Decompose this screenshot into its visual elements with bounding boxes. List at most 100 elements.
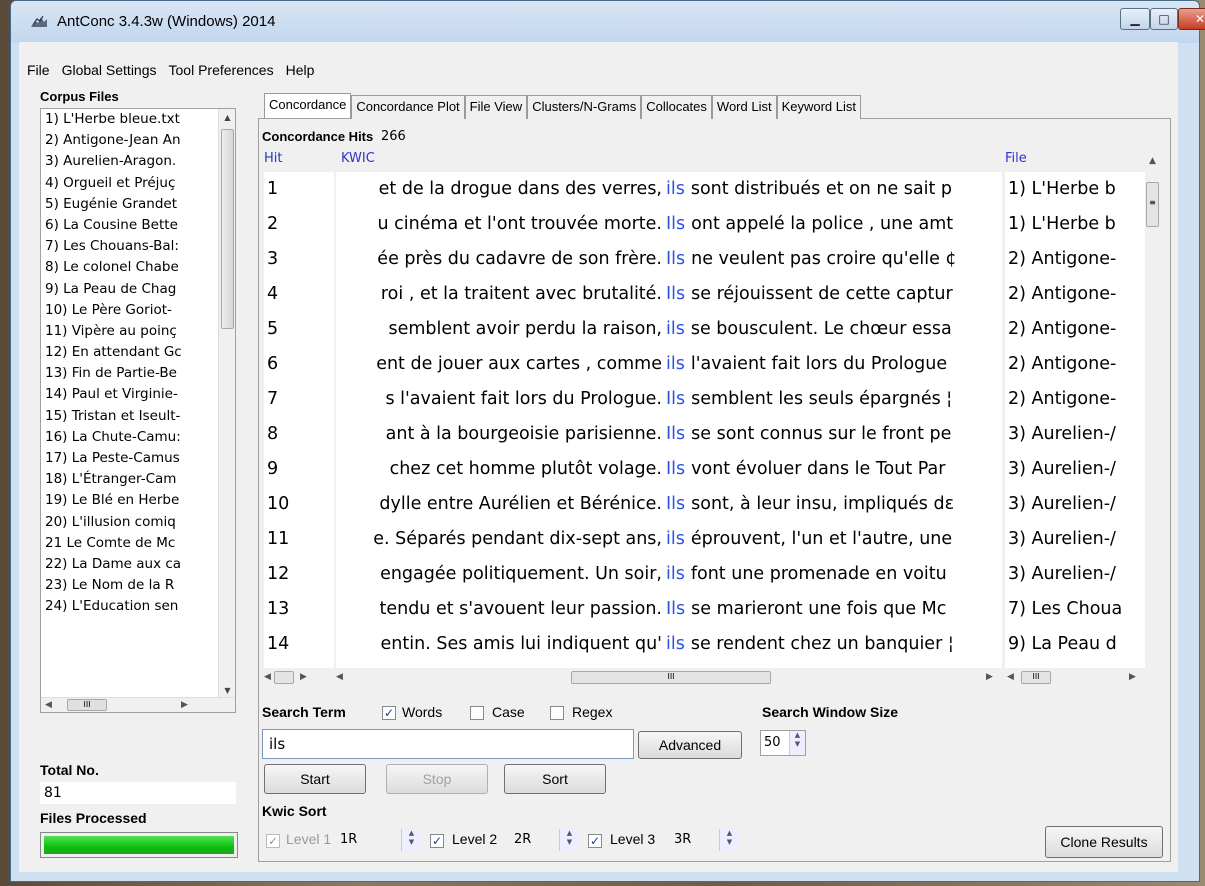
- menu-tool-preferences[interactable]: Tool Preferences: [163, 60, 280, 84]
- case-checkbox[interactable]: [470, 706, 484, 720]
- search-window-size-spinner[interactable]: 50 ▲ ▼: [760, 730, 806, 756]
- kwic-row[interactable]: entin. Ses amis lui indiquent qu' ils se r…: [336, 627, 1002, 662]
- spinner-arrows-icon[interactable]: ▲ ▼: [401, 829, 421, 851]
- level3-checkbox[interactable]: ✓: [588, 834, 602, 848]
- kwic-row[interactable]: engagée politiquement. Un soir, ils font u…: [336, 557, 1002, 592]
- hit-number[interactable]: 11: [264, 522, 334, 557]
- hit-column-header[interactable]: Hit: [264, 151, 282, 166]
- hit-number[interactable]: 9: [264, 452, 334, 487]
- start-button[interactable]: Start: [264, 764, 366, 794]
- level1-checkbox[interactable]: ✓: [266, 834, 280, 848]
- file-name-cell[interactable]: 3) Aurelien-/: [1005, 452, 1145, 487]
- level3-spinner[interactable]: 3R ▲ ▼: [670, 828, 740, 852]
- corpus-vertical-scrollbar[interactable]: ▲ ▼: [218, 109, 235, 699]
- corpus-horizontal-scrollbar[interactable]: ◀ III ▶: [41, 697, 235, 712]
- hit-number[interactable]: 7: [264, 382, 334, 417]
- file-name-cell[interactable]: 1) L'Herbe b: [1005, 172, 1145, 207]
- words-checkbox[interactable]: ✓: [382, 706, 396, 720]
- corpus-file-item[interactable]: 11) Vipère au poinç: [41, 321, 219, 342]
- tab-collocates[interactable]: Collocates: [641, 95, 712, 119]
- kwic-horizontal-scrollbar[interactable]: ◀ III ▶: [336, 670, 1002, 686]
- close-button[interactable]: ✕: [1178, 8, 1205, 30]
- corpus-file-item[interactable]: 24) L'Education sen: [41, 596, 219, 617]
- file-name-cell[interactable]: 2) Antigone-: [1005, 242, 1145, 277]
- file-name-cell[interactable]: 2) Antigone-: [1005, 312, 1145, 347]
- file-column-header[interactable]: File: [1005, 151, 1027, 166]
- minimize-button[interactable]: ▁: [1120, 8, 1150, 30]
- corpus-file-item[interactable]: 20) L'illusion comiq: [41, 512, 219, 533]
- corpus-file-item[interactable]: 6) La Cousine Bette: [41, 215, 219, 236]
- file-name-cell[interactable]: 9) La Peau d: [1005, 627, 1145, 662]
- kwic-row[interactable]: dylle entre Aurélien et Bérénice. Ils sont…: [336, 487, 1002, 522]
- kwic-row[interactable]: ent de jouer aux cartes , comme ils l'avai…: [336, 347, 1002, 382]
- hit-number[interactable]: 10: [264, 487, 334, 522]
- kwic-keyword[interactable]: Ils: [666, 242, 685, 277]
- level2-checkbox[interactable]: ✓: [430, 834, 444, 848]
- scroll-up-arrow-icon[interactable]: ▲: [1149, 156, 1156, 166]
- file-name-cell[interactable]: 2) Antigone-: [1005, 382, 1145, 417]
- kwic-row[interactable]: roi , et la traitent avec brutalité. Ils s…: [336, 277, 1002, 312]
- scroll-thumb[interactable]: III: [1021, 671, 1051, 684]
- file-name-cell[interactable]: 7) Les Choua: [1005, 592, 1145, 627]
- level1-spinner[interactable]: 1R ▲ ▼: [336, 828, 422, 852]
- scroll-left-arrow-icon[interactable]: ◀: [1007, 672, 1014, 682]
- file-column[interactable]: 1) L'Herbe b 1) L'Herbe b 2) Antigone- 2) A…: [1005, 172, 1145, 668]
- file-name-cell[interactable]: 2) Antigone-: [1005, 277, 1145, 312]
- clone-results-button[interactable]: Clone Results: [1045, 826, 1163, 858]
- kwic-keyword[interactable]: Ils: [666, 592, 685, 627]
- scroll-left-arrow-icon[interactable]: ◀: [45, 700, 52, 710]
- advanced-button[interactable]: Advanced: [638, 731, 742, 759]
- stop-button[interactable]: Stop: [386, 764, 488, 794]
- kwic-row[interactable]: ant à la bourgeoisie parisienne. Ils se so…: [336, 417, 1002, 452]
- kwic-row[interactable]: u cinéma et l'ont trouvée morte. Ils ont a…: [336, 207, 1002, 242]
- menu-file[interactable]: File: [21, 60, 56, 84]
- scroll-thumb[interactable]: ≡: [1146, 182, 1159, 227]
- kwic-keyword[interactable]: Ils: [666, 277, 685, 312]
- hit-number[interactable]: 2: [264, 207, 334, 242]
- corpus-file-item[interactable]: 19) Le Blé en Herbe: [41, 490, 219, 511]
- kwic-row[interactable]: ée près du cadavre de son frère. Ils ne ve…: [336, 242, 1002, 277]
- kwic-keyword[interactable]: ils: [666, 312, 685, 347]
- corpus-file-item[interactable]: 4) Orgueil et Préjuç: [41, 173, 219, 194]
- kwic-keyword[interactable]: ils: [666, 172, 685, 207]
- scroll-left-arrow-icon[interactable]: ◀: [264, 672, 271, 682]
- maximize-button[interactable]: □: [1150, 8, 1178, 30]
- menu-help[interactable]: Help: [280, 60, 321, 84]
- corpus-file-item[interactable]: 12) En attendant Gc: [41, 342, 219, 363]
- file-horizontal-scrollbar[interactable]: ◀ III ▶: [1005, 670, 1145, 686]
- regex-checkbox[interactable]: [550, 706, 564, 720]
- file-name-cell[interactable]: 2) Antigone-: [1005, 347, 1145, 382]
- search-input[interactable]: ils: [262, 729, 634, 759]
- scroll-right-arrow-icon[interactable]: ▶: [300, 672, 307, 682]
- scroll-thumb[interactable]: III: [67, 699, 107, 711]
- kwic-keyword[interactable]: ils: [666, 557, 685, 592]
- hit-horizontal-scrollbar[interactable]: ◀ ▶: [264, 670, 334, 686]
- kwic-keyword[interactable]: Ils: [666, 417, 685, 452]
- level2-spinner[interactable]: 2R ▲ ▼: [510, 828, 580, 852]
- kwic-row[interactable]: e. Séparés pendant dix-sept ans, ils éprou…: [336, 522, 1002, 557]
- tab-concordance-plot[interactable]: Concordance Plot: [351, 95, 465, 119]
- sort-button[interactable]: Sort: [504, 764, 606, 794]
- corpus-file-item[interactable]: 9) La Peau de Chag: [41, 279, 219, 300]
- menu-global-settings[interactable]: Global Settings: [56, 60, 163, 84]
- scroll-thumb[interactable]: [221, 129, 234, 329]
- spinner-arrows-icon[interactable]: ▲ ▼: [719, 829, 739, 851]
- scroll-thumb[interactable]: [274, 671, 294, 684]
- corpus-file-item[interactable]: 18) L'Étranger-Cam: [41, 469, 219, 490]
- kwic-row[interactable]: chez cet homme plutôt volage. Ils vont évo…: [336, 452, 1002, 487]
- corpus-file-item[interactable]: 16) La Chute-Camu:: [41, 427, 219, 448]
- corpus-file-item[interactable]: 23) Le Nom de la R: [41, 575, 219, 596]
- scroll-thumb[interactable]: III: [571, 671, 771, 684]
- scroll-up-arrow-icon[interactable]: ▲: [219, 109, 235, 126]
- kwic-keyword[interactable]: Ils: [666, 452, 685, 487]
- tab-clusters-ngrams[interactable]: Clusters/N-Grams: [527, 95, 642, 119]
- hit-number[interactable]: 12: [264, 557, 334, 592]
- tab-keyword-list[interactable]: Keyword List: [776, 95, 861, 119]
- hit-number[interactable]: 3: [264, 242, 334, 277]
- scroll-left-arrow-icon[interactable]: ◀: [336, 672, 343, 682]
- kwic-row[interactable]: s l'avaient fait lors du Prologue. Ils sem…: [336, 382, 1002, 417]
- tab-file-view[interactable]: File View: [464, 95, 528, 119]
- kwic-row[interactable]: semblent avoir perdu la raison, ils se bou…: [336, 312, 1002, 347]
- hit-number[interactable]: 5: [264, 312, 334, 347]
- scroll-right-arrow-icon[interactable]: ▶: [181, 700, 188, 710]
